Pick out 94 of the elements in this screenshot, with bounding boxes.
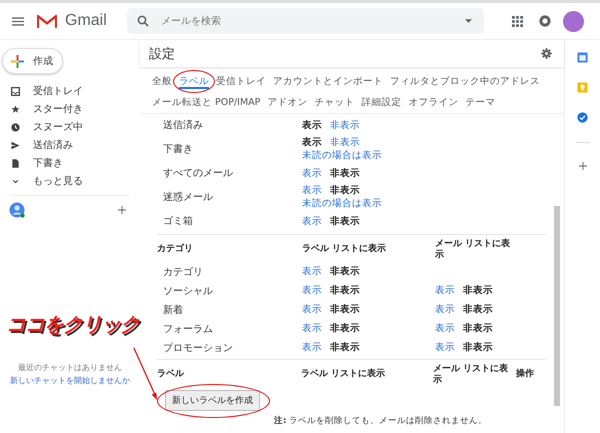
visibility-option[interactable]: 表示 xyxy=(302,184,322,197)
apps-grid-icon[interactable] xyxy=(512,16,523,26)
visibility-option[interactable]: 表示 xyxy=(435,284,455,297)
settings-tab[interactable]: 受信トレイ xyxy=(216,76,266,87)
settings-tab[interactable]: アカウントとインポート xyxy=(273,76,383,87)
show-if-unread-link[interactable]: 未読の場合は表示 xyxy=(302,149,435,162)
label-name: 送信済み xyxy=(162,118,204,132)
visibility-option[interactable]: 表示 xyxy=(302,322,322,335)
visibility-option[interactable]: 表示 xyxy=(302,284,322,297)
add-icon[interactable] xyxy=(118,206,126,214)
visibility-option[interactable]: 表示 xyxy=(302,166,322,180)
visibility-option[interactable]: 非表示 xyxy=(330,184,360,197)
settings-tab[interactable]: アドオン xyxy=(267,97,308,108)
clock-icon xyxy=(11,122,20,132)
start-chat-link[interactable]: 新しいチャットを開始しませんか xyxy=(10,375,130,386)
plus-icon xyxy=(11,54,24,68)
visibility-option[interactable]: 表示 xyxy=(302,341,322,354)
no-chats-text: 最近のチャットはありません xyxy=(18,362,122,373)
visibility-option[interactable]: 非表示 xyxy=(330,136,360,149)
settings-tab[interactable]: 全般 xyxy=(152,76,172,87)
settings-icon[interactable] xyxy=(541,48,552,59)
search-icon xyxy=(137,15,149,27)
visibility-option[interactable]: 表示 xyxy=(302,265,322,278)
check-circle-icon[interactable] xyxy=(577,112,588,123)
section-heading: カテゴリ xyxy=(157,244,194,255)
settings-tab[interactable]: 詳細設定 xyxy=(361,97,402,108)
sidebar-item[interactable]: 下書き xyxy=(0,154,140,172)
sidebar-item[interactable]: もっと見る xyxy=(0,172,140,190)
visibility-option[interactable]: 表示 xyxy=(302,136,322,149)
column-header: メール リストに表示 xyxy=(432,364,510,386)
send-icon xyxy=(11,140,20,150)
calendar-icon[interactable] xyxy=(577,52,588,63)
category-name: プロモーション xyxy=(162,342,234,354)
settings-tab[interactable]: フィルタとブロック中のアドレス xyxy=(390,76,540,87)
visibility-option[interactable]: 表示 xyxy=(302,303,322,316)
dropdown-caret-icon[interactable] xyxy=(465,19,472,23)
show-if-unread-link[interactable]: 未読の場合は表示 xyxy=(302,197,435,210)
scrollbar-thumb[interactable] xyxy=(554,206,560,406)
menu-icon[interactable] xyxy=(12,16,24,26)
visibility-option[interactable]: 非表示 xyxy=(330,214,360,228)
settings-tab[interactable]: オフライン xyxy=(408,97,458,108)
label-name: 下書き xyxy=(162,142,194,156)
visibility-option[interactable]: 表示 xyxy=(435,303,455,316)
create-label-button[interactable]: 新しいラベルを作成 xyxy=(165,390,260,411)
star-icon xyxy=(11,104,20,114)
settings-tab[interactable]: テーマ xyxy=(465,97,496,108)
column-header: 操作 xyxy=(516,369,536,380)
sidebar-item[interactable]: 受信トレイ xyxy=(0,82,140,100)
visibility-option[interactable]: 表示 xyxy=(435,322,455,335)
visibility-option[interactable]: 表示 xyxy=(302,118,322,132)
visibility-option[interactable]: 非表示 xyxy=(330,166,360,180)
document-icon xyxy=(11,158,20,168)
visibility-option[interactable]: 非表示 xyxy=(463,341,493,354)
visibility-option[interactable]: 非表示 xyxy=(463,322,493,335)
settings-tab[interactable]: ラベル xyxy=(179,76,209,89)
visibility-option[interactable]: 非表示 xyxy=(330,322,360,335)
column-header: メール リストに表示 xyxy=(435,238,512,260)
visibility-option[interactable]: 表示 xyxy=(302,214,322,228)
account-avatar[interactable] xyxy=(563,10,584,32)
search-input[interactable]: メールを検索 xyxy=(159,14,465,28)
column-header: ラベル リストに表示 xyxy=(302,244,388,255)
visibility-option[interactable]: 非表示 xyxy=(330,341,360,354)
compose-button[interactable]: 作成 xyxy=(2,48,63,74)
inbox-icon xyxy=(11,86,20,96)
settings-tab[interactable]: チャット xyxy=(314,97,354,108)
settings-tab[interactable]: メール転送と POP/IMAP xyxy=(152,97,260,108)
search-bar[interactable]: メールを検索 xyxy=(127,8,484,34)
label-name: ゴミ箱 xyxy=(162,215,194,228)
category-name: カテゴリ xyxy=(162,266,204,278)
sidebar-item[interactable]: スター付き xyxy=(0,100,140,118)
section-heading: ラベル xyxy=(157,369,186,380)
visibility-option[interactable]: 非表示 xyxy=(330,265,360,278)
visibility-option[interactable]: 非表示 xyxy=(330,284,360,297)
visibility-option[interactable]: 非表示 xyxy=(330,303,360,316)
note-text: 注: ラベルを削除しても、メールは削除されません。 xyxy=(273,415,488,427)
label-name: すべてのメール xyxy=(162,167,234,180)
add-icon[interactable] xyxy=(578,162,586,170)
category-name: フォーラム xyxy=(162,322,214,336)
column-header: ラベル リストに表示 xyxy=(300,369,386,380)
notification-icon[interactable] xyxy=(539,15,551,27)
category-name: 新着 xyxy=(162,304,184,316)
sidebar-item[interactable]: スヌーズ中 xyxy=(0,118,140,136)
annotation-text: ココをクリック xyxy=(6,311,139,338)
envelope-logo-icon xyxy=(37,14,57,28)
visibility-option[interactable]: 表示 xyxy=(435,341,455,354)
visibility-option[interactable]: 非表示 xyxy=(463,303,493,316)
label-name: 迷惑メール xyxy=(162,190,214,204)
user-avatar-icon xyxy=(9,202,25,218)
sidebar-item[interactable]: 送信済み xyxy=(0,136,140,154)
visibility-option[interactable]: 非表示 xyxy=(463,284,493,297)
settings-title: 設定 xyxy=(149,46,175,62)
app-name: Gmail xyxy=(65,12,108,30)
category-name: ソーシャル xyxy=(162,284,214,298)
visibility-option[interactable]: 非表示 xyxy=(330,118,360,132)
